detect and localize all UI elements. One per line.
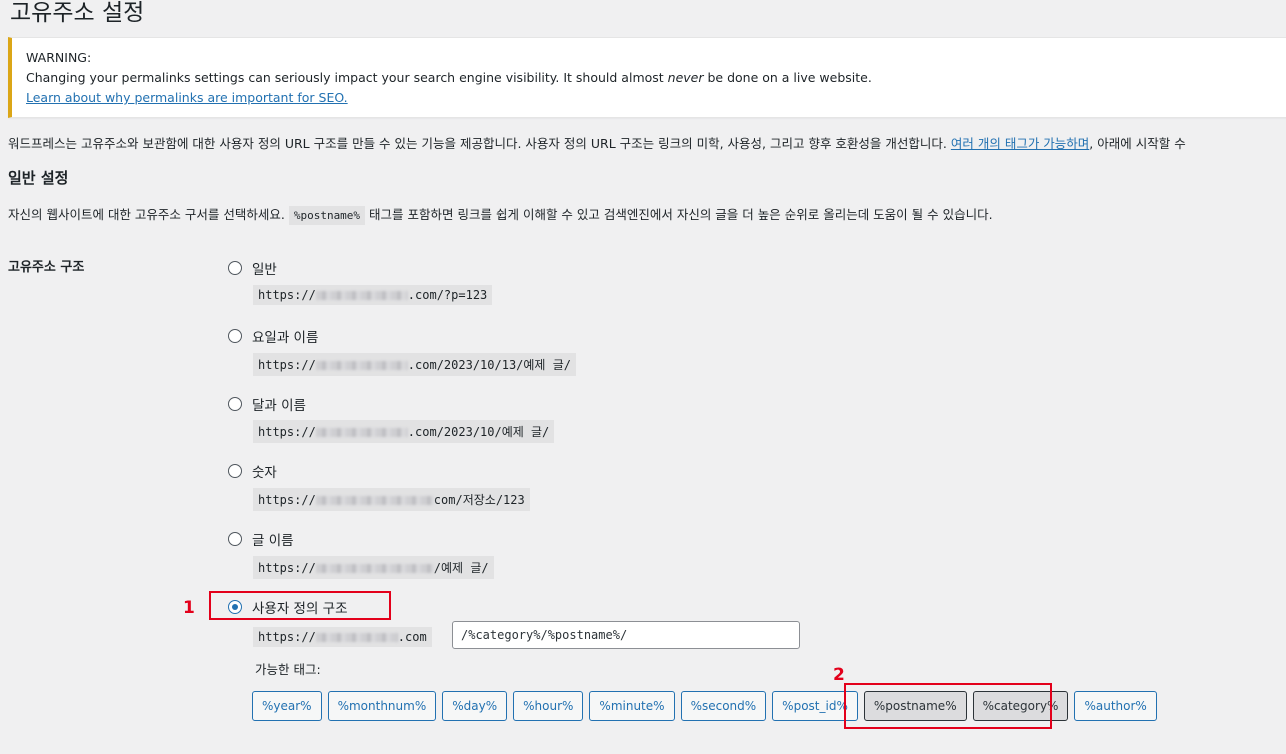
tag-monthnum-button[interactable]: %monthnum%	[327, 691, 437, 721]
radio-post-name[interactable]	[228, 532, 242, 546]
section-description: 자신의 웹사이트에 대한 고유주소 구서를 선택하세요. %postname% …	[8, 204, 993, 225]
redacted-domain	[315, 361, 408, 370]
redacted-domain	[315, 633, 398, 642]
sample-url-numeric: https://com/저장소/123	[253, 488, 530, 511]
custom-structure-input[interactable]	[452, 621, 800, 649]
postname-code: %postname%	[288, 206, 366, 225]
sample-url-day-name: https://.com/2023/10/13/예제 글/	[253, 353, 576, 376]
notice-heading: WARNING:	[26, 50, 92, 65]
redacted-domain	[315, 428, 408, 437]
tag-year-button[interactable]: %year%	[252, 691, 322, 721]
option-plain[interactable]: 일반	[228, 258, 277, 278]
redacted-domain	[315, 496, 434, 505]
option-numeric[interactable]: 숫자	[228, 461, 277, 481]
seo-learn-more-link[interactable]: Learn about why permalinks are important…	[26, 90, 348, 105]
page-title: 고유주소 설정	[10, 0, 145, 26]
annotation-highlight-tags	[844, 683, 1052, 729]
option-day-name-label: 요일과 이름	[252, 330, 319, 346]
notice-body: Changing your permalinks settings can se…	[26, 70, 872, 85]
tag-minute-button[interactable]: %minute%	[589, 691, 675, 721]
option-numeric-label: 숫자	[252, 465, 277, 481]
radio-day-name[interactable]	[228, 329, 242, 343]
tags-help-link[interactable]: 여러 개의 태그가 가능하며	[951, 136, 1089, 151]
tag-second-button[interactable]: %second%	[680, 691, 767, 721]
option-month-name[interactable]: 달과 이름	[228, 394, 306, 414]
radio-month-name[interactable]	[228, 397, 242, 411]
seo-warning-notice: WARNING: Changing your permalinks settin…	[8, 37, 1286, 118]
section-title: 일반 설정	[8, 169, 69, 187]
option-post-name-label: 글 이름	[252, 533, 294, 549]
sample-url-month-name: https://.com/2023/10/예제 글/	[253, 420, 555, 443]
radio-numeric[interactable]	[228, 464, 242, 478]
sample-url-post-name: https:///예제 글/	[253, 556, 494, 579]
option-day-name[interactable]: 요일과 이름	[228, 326, 318, 346]
tag-day-button[interactable]: %day%	[442, 691, 508, 721]
redacted-domain	[315, 291, 408, 300]
annotation-number-2: 2	[833, 665, 845, 685]
redacted-domain	[315, 564, 434, 573]
option-post-name[interactable]: 글 이름	[228, 529, 294, 549]
option-plain-label: 일반	[252, 262, 277, 278]
available-tags-label: 가능한 태그:	[255, 662, 321, 677]
annotation-highlight-custom-option	[209, 591, 391, 620]
annotation-number-1: 1	[183, 598, 195, 618]
radio-plain[interactable]	[228, 261, 242, 275]
sample-url-custom: https://.com	[253, 627, 432, 647]
sample-url-plain: https://.com/?p=123	[253, 285, 493, 305]
intro-text: 워드프레스는 고유주소와 보관함에 대한 사용자 정의 URL 구조를 만들 수…	[8, 136, 1186, 151]
option-month-name-label: 달과 이름	[252, 398, 306, 414]
tag-hour-button[interactable]: %hour%	[513, 691, 584, 721]
tag-author-button[interactable]: %author%	[1074, 691, 1157, 721]
permalink-structure-label: 고유주소 구조	[8, 260, 85, 275]
